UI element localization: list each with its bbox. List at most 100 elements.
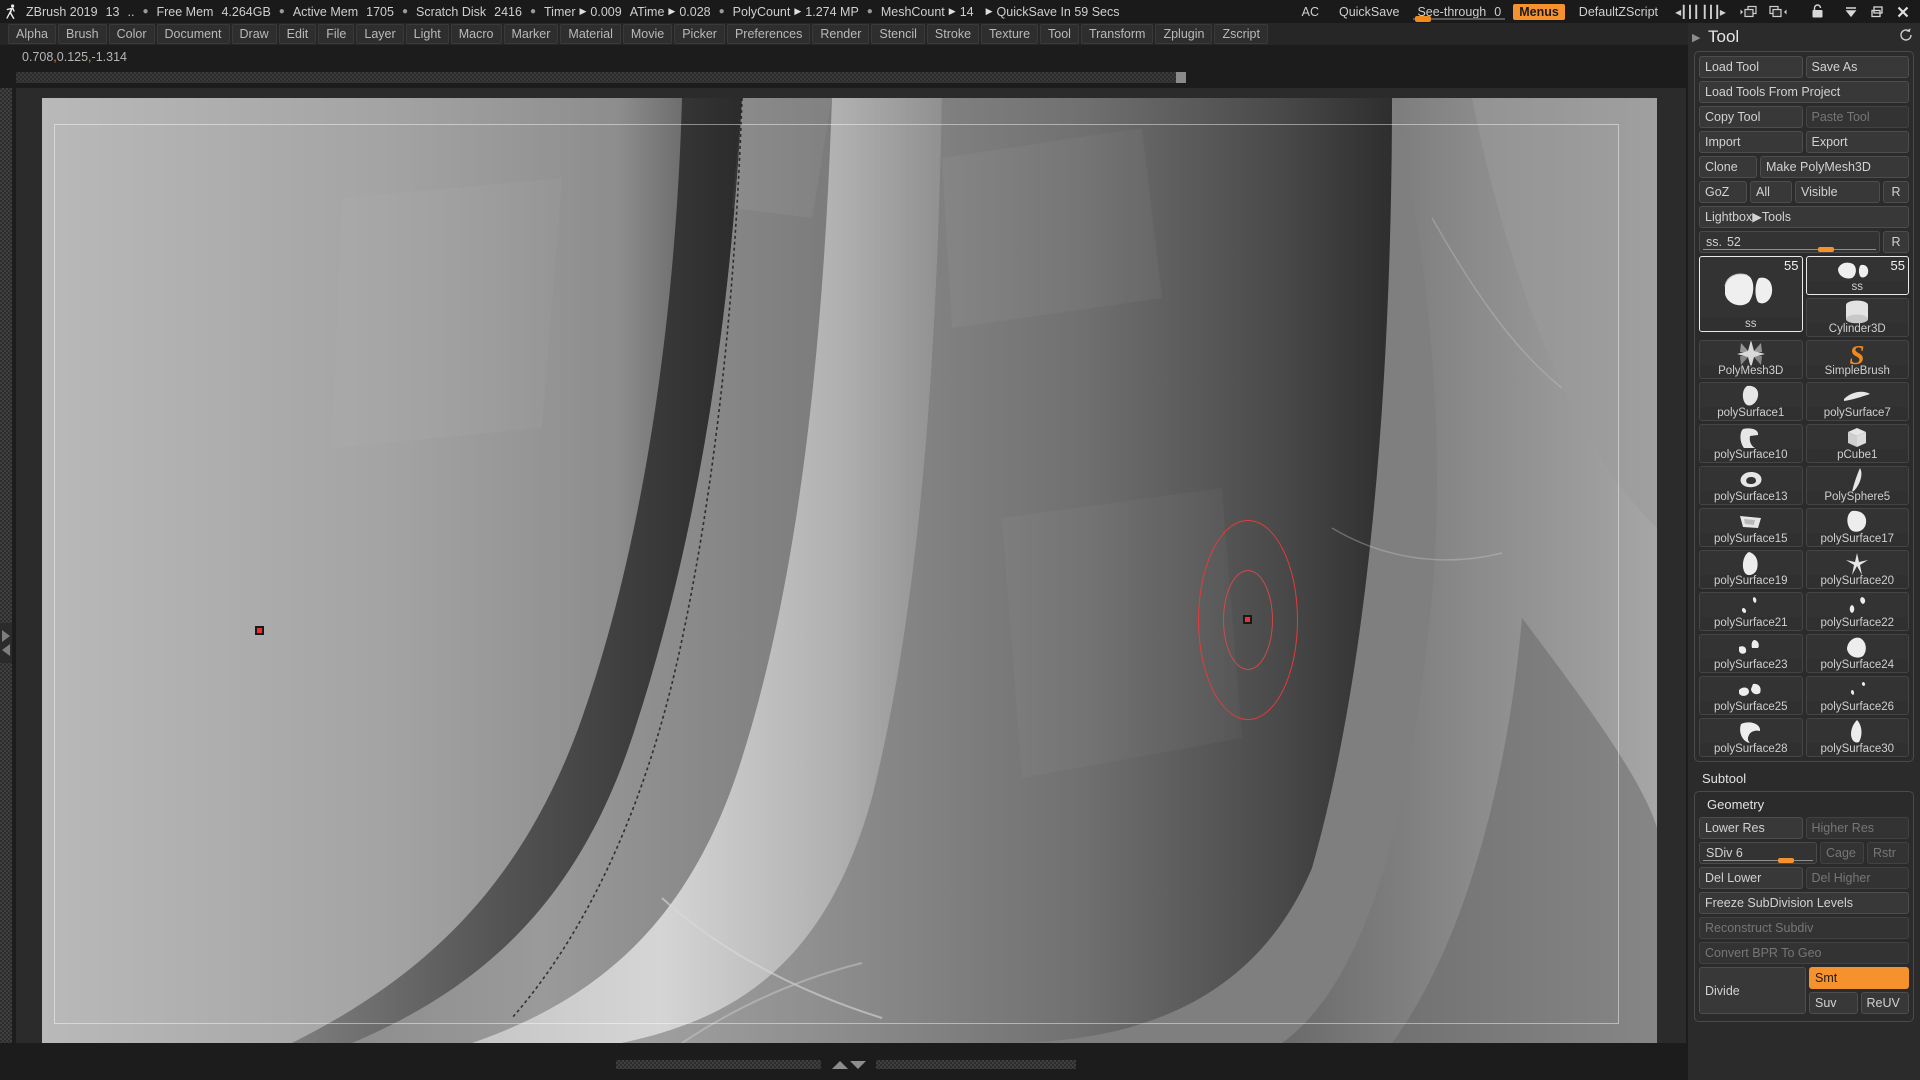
- goz-visible-button[interactable]: Visible: [1795, 181, 1880, 203]
- menu-item-file[interactable]: File: [318, 24, 355, 44]
- menu-item-macro[interactable]: Macro: [450, 24, 502, 44]
- minimize-icon[interactable]: [1838, 0, 1864, 23]
- subtool-section-header[interactable]: Subtool: [1688, 766, 1920, 791]
- tool-thumb-polysurface22[interactable]: polySurface22: [1805, 592, 1909, 631]
- left-tray-toggle[interactable]: [0, 623, 12, 663]
- menu-item-render[interactable]: Render: [812, 24, 870, 44]
- tool-thumb-polysurface25[interactable]: polySurface25: [1699, 676, 1803, 715]
- quicksave-button[interactable]: QuickSave: [1329, 0, 1409, 23]
- import-button[interactable]: Import: [1699, 131, 1803, 153]
- load-tools-from-project-button[interactable]: Load Tools From Project: [1699, 81, 1909, 103]
- geometry-section-header[interactable]: Geometry: [1699, 796, 1909, 817]
- menu-item-brush[interactable]: Brush: [57, 24, 107, 44]
- menus-button[interactable]: Menus: [1513, 3, 1565, 20]
- canvas-scrollbar-thumb[interactable]: [1176, 72, 1186, 83]
- menu-item-transform[interactable]: Transform: [1080, 24, 1154, 44]
- smt-toggle[interactable]: Smt: [1809, 967, 1909, 989]
- menu-item-stroke[interactable]: Stroke: [926, 24, 980, 44]
- tool-thumb-simplebrush[interactable]: S SimpleBrush: [1805, 340, 1909, 379]
- make-polymesh3d-button[interactable]: Make PolyMesh3D: [1760, 156, 1909, 178]
- tool-thumb-polysurface20[interactable]: polySurface20: [1805, 550, 1909, 589]
- cube-icon: [1807, 425, 1909, 450]
- menu-item-zscript[interactable]: Zscript: [1214, 24, 1268, 44]
- menu-item-movie[interactable]: Movie: [622, 24, 673, 44]
- menu-item-light[interactable]: Light: [405, 24, 449, 44]
- zscript-button[interactable]: DefaultZScript: [1569, 0, 1668, 23]
- copy-tool-button[interactable]: Copy Tool: [1699, 106, 1803, 128]
- menu-item-alpha[interactable]: Alpha: [8, 24, 56, 44]
- higher-res-button: Higher Res: [1805, 817, 1909, 839]
- ss-slider-r-button[interactable]: R: [1883, 231, 1909, 253]
- menu-item-edit[interactable]: Edit: [278, 24, 317, 44]
- menu-item-texture[interactable]: Texture: [981, 24, 1039, 44]
- menu-item-tool[interactable]: Tool: [1040, 24, 1079, 44]
- lock-icon[interactable]: [1804, 0, 1830, 23]
- menu-item-color[interactable]: Color: [108, 24, 155, 44]
- ss-slider[interactable]: ss. 52: [1699, 231, 1880, 253]
- tool-thumb-pcube1[interactable]: pCube1: [1805, 424, 1909, 463]
- panel-collapse-icon[interactable]: ▶: [1692, 31, 1704, 44]
- tool-thumb-current[interactable]: 55 ss: [1699, 256, 1803, 332]
- tool-thumb-ss[interactable]: 55 ss: [1805, 256, 1909, 295]
- sdiv-slider[interactable]: SDiv 6: [1699, 842, 1817, 864]
- menu-item-draw[interactable]: Draw: [231, 24, 277, 44]
- left-tray-edge[interactable]: [0, 88, 12, 1043]
- menu-item-layer[interactable]: Layer: [356, 24, 404, 44]
- tool-thumb-polysurface23[interactable]: polySurface23: [1699, 634, 1803, 673]
- freeze-subdivision-levels-button[interactable]: Freeze SubDivision Levels: [1699, 892, 1909, 914]
- tool-thumb-polysurface30[interactable]: polySurface30: [1805, 718, 1909, 757]
- tool-thumb-polysurface19[interactable]: polySurface19: [1699, 550, 1803, 589]
- doc-right-icon[interactable]: [1764, 0, 1790, 23]
- tool-thumb-polysurface1[interactable]: polySurface1: [1699, 382, 1803, 421]
- reuv-button[interactable]: ReUV: [1860, 992, 1909, 1014]
- goz-all-button[interactable]: All: [1750, 181, 1792, 203]
- tool-thumb-polysurface15[interactable]: polySurface15: [1699, 508, 1803, 547]
- tool-thumb-polysurface10[interactable]: polySurface10: [1699, 424, 1803, 463]
- menu-item-picker[interactable]: Picker: [674, 24, 725, 44]
- sculpt-viewport[interactable]: [42, 98, 1657, 1043]
- clone-button[interactable]: Clone: [1699, 156, 1757, 178]
- lightbox-tools-button[interactable]: Lightbox▶Tools: [1699, 206, 1909, 228]
- tool-thumb-cylinder3d[interactable]: Cylinder3D: [1805, 298, 1909, 337]
- canvas-horizontal-scrollbar[interactable]: [16, 72, 1176, 83]
- divide-button[interactable]: Divide: [1699, 967, 1806, 1014]
- chevron-down-icon[interactable]: [850, 1061, 866, 1069]
- bottom-scroll-right-segment[interactable]: [876, 1060, 1076, 1069]
- lower-res-button[interactable]: Lower Res: [1699, 817, 1803, 839]
- tool-thumb-polysurface26[interactable]: polySurface26: [1805, 676, 1909, 715]
- menu-item-stencil[interactable]: Stencil: [871, 24, 925, 44]
- chevron-up-icon[interactable]: [832, 1061, 848, 1069]
- bottom-scroll-left-segment[interactable]: [616, 1060, 821, 1069]
- export-button[interactable]: Export: [1805, 131, 1909, 153]
- menu-item-preferences[interactable]: Preferences: [726, 24, 811, 44]
- canvas-area[interactable]: [16, 88, 1686, 1043]
- restore-icon[interactable]: [1864, 0, 1890, 23]
- tool-thumb-polysurface7[interactable]: polySurface7: [1805, 382, 1909, 421]
- reset-icon[interactable]: [1898, 27, 1914, 47]
- menu-item-document[interactable]: Document: [156, 24, 230, 44]
- menu-item-marker[interactable]: Marker: [503, 24, 559, 44]
- tool-thumb-polysphere5[interactable]: PolySphere5: [1805, 466, 1909, 505]
- load-tool-button[interactable]: Load Tool: [1699, 56, 1803, 78]
- menu-item-material[interactable]: Material: [560, 24, 621, 44]
- tool-thumb-polysurface24[interactable]: polySurface24: [1805, 634, 1909, 673]
- tool-thumb-polysurface13[interactable]: polySurface13: [1699, 466, 1803, 505]
- tray-right-icon[interactable]: ┃┃┃▸: [1700, 0, 1726, 23]
- tool-thumb-polysurface17[interactable]: polySurface17: [1805, 508, 1909, 547]
- canvas-bottom-bar[interactable]: [16, 1058, 1686, 1072]
- tool-thumb-polysurface28[interactable]: polySurface28: [1699, 718, 1803, 757]
- tool-thumb-polymesh3d[interactable]: PolyMesh3D: [1699, 340, 1803, 379]
- goz-r-button[interactable]: R: [1883, 181, 1909, 203]
- save-as-button[interactable]: Save As: [1805, 56, 1909, 78]
- tool-thumb-polysurface21[interactable]: polySurface21: [1699, 592, 1803, 631]
- ac-button[interactable]: AC: [1292, 0, 1329, 23]
- canvas-vertical-nudge[interactable]: [828, 1058, 870, 1072]
- menu-item-zplugin[interactable]: Zplugin: [1155, 24, 1213, 44]
- doc-left-icon[interactable]: [1738, 0, 1764, 23]
- close-icon[interactable]: [1890, 0, 1916, 23]
- del-lower-button[interactable]: Del Lower: [1699, 867, 1803, 889]
- goz-button[interactable]: GoZ: [1699, 181, 1747, 203]
- suv-toggle[interactable]: Suv: [1809, 992, 1858, 1014]
- see-through-slider[interactable]: See-through 0: [1409, 0, 1509, 23]
- tray-left-icon[interactable]: ◂┃┃┃: [1674, 0, 1700, 23]
